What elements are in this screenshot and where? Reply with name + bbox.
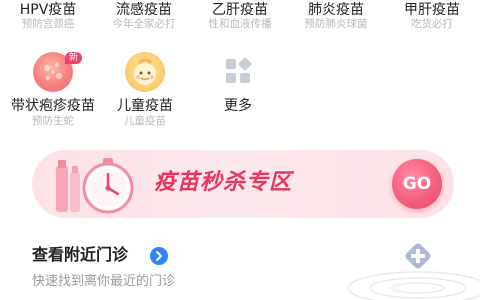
baby-icon	[125, 52, 165, 92]
vaccine-item-more[interactable]: 更多	[190, 52, 286, 130]
vaccine-flash-sale-banner[interactable]: 疫苗秒杀专区 GO	[32, 150, 454, 218]
vial-clock-icon	[56, 158, 134, 214]
vaccine-subtitle: 性和血液传播	[208, 18, 272, 30]
chevron-right-icon[interactable]	[150, 247, 168, 265]
vaccine-subtitle: 吃货必打	[411, 18, 453, 30]
go-button[interactable]: GO	[392, 159, 442, 209]
vaccine-subtitle: 今年全家必打	[112, 18, 176, 30]
vaccine-subtitle: 儿童疫苗	[124, 115, 166, 127]
vaccine-item-flu[interactable]: 流感疫苗 今年全家必打	[96, 0, 192, 34]
vaccine-label: 流感疫苗	[116, 2, 172, 18]
vaccine-item-children[interactable]: 儿童疫苗 儿童疫苗	[97, 52, 193, 130]
vaccine-label: 乙肝疫苗	[212, 2, 268, 18]
vaccine-label: 更多	[224, 98, 252, 114]
banner-title: 疫苗秒杀专区	[154, 170, 293, 195]
nearby-clinic-subtitle: 快速找到离你最近的门诊	[32, 274, 176, 289]
vaccine-item-shingles[interactable]: 新 带状疱疹疫苗 预防生蛇	[5, 52, 101, 130]
vaccine-label: 甲肝疫苗	[404, 2, 460, 18]
nearby-clinic-title[interactable]: 查看附近门诊	[32, 245, 128, 265]
vaccine-label: 儿童疫苗	[117, 98, 173, 114]
vaccine-label: 带状疱疹疫苗	[11, 98, 95, 114]
vaccine-item-hepatitis-b[interactable]: 乙肝疫苗 性和血液传播	[192, 0, 288, 34]
vaccine-item-hpv[interactable]: HPV疫苗 预防宫颈癌	[0, 0, 96, 34]
map-pin-decoration-icon	[347, 243, 480, 300]
vaccine-label: 肺炎疫苗	[308, 2, 364, 18]
grid-more-icon	[218, 52, 258, 92]
vaccine-subtitle: 预防肺炎球菌	[304, 18, 368, 30]
vaccine-item-pneumonia[interactable]: 肺炎疫苗 预防肺炎球菌	[288, 0, 384, 34]
vaccine-item-hepatitis-a[interactable]: 甲肝疫苗 吃货必打	[384, 0, 480, 34]
vaccine-subtitle: 预防宫颈癌	[21, 18, 75, 30]
new-badge: 新	[65, 52, 83, 64]
vaccine-subtitle: 预防生蛇	[32, 115, 74, 127]
vaccine-label: HPV疫苗	[19, 2, 77, 18]
